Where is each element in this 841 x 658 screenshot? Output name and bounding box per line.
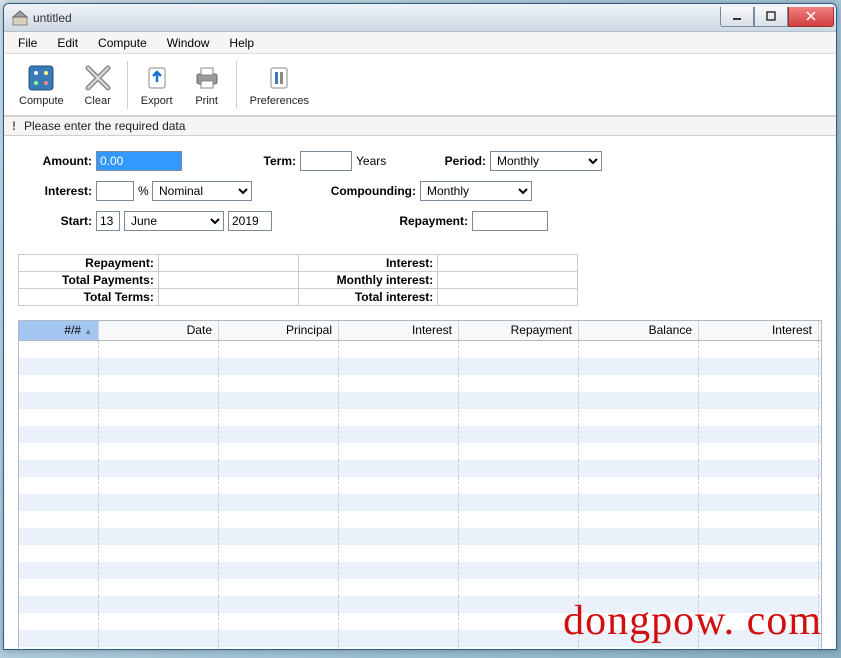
table-row bbox=[19, 443, 821, 460]
grid-col-interest[interactable]: Interest bbox=[339, 321, 459, 340]
tool-separator bbox=[236, 61, 237, 109]
amount-input[interactable] bbox=[96, 151, 182, 171]
summary-repayment-value bbox=[158, 255, 298, 272]
interest-unit: % bbox=[134, 184, 152, 198]
interest-input[interactable] bbox=[96, 181, 134, 201]
interest-type-select[interactable]: Nominal bbox=[152, 181, 252, 201]
summary-monthly-interest-label: Monthly interest: bbox=[298, 272, 438, 289]
maximize-button[interactable] bbox=[754, 7, 788, 27]
table-row bbox=[19, 511, 821, 528]
grid-body bbox=[19, 341, 821, 650]
summary-total-terms-label: Total Terms: bbox=[19, 289, 159, 306]
repayment-input[interactable] bbox=[472, 211, 548, 231]
preferences-icon bbox=[263, 62, 295, 94]
term-unit: Years bbox=[352, 154, 392, 168]
table-row bbox=[19, 647, 821, 650]
grid-col-interest2[interactable]: Interest bbox=[699, 321, 819, 340]
toolbar: Compute Clear Export Print Preferences bbox=[4, 54, 836, 116]
clear-icon bbox=[82, 62, 114, 94]
summary-total-terms-value bbox=[158, 289, 298, 306]
grid-col-repayment[interactable]: Repayment bbox=[459, 321, 579, 340]
summary-table: Repayment: Interest: Total Payments: Mon… bbox=[18, 254, 578, 306]
menu-compute[interactable]: Compute bbox=[88, 33, 157, 53]
summary-repayment-label: Repayment: bbox=[19, 255, 159, 272]
table-row bbox=[19, 494, 821, 511]
summary-total-interest-label: Total interest: bbox=[298, 289, 438, 306]
grid-col-date[interactable]: Date bbox=[99, 321, 219, 340]
grid-col-principal[interactable]: Principal bbox=[219, 321, 339, 340]
menu-help[interactable]: Help bbox=[219, 33, 264, 53]
clear-label: Clear bbox=[84, 95, 110, 107]
sort-asc-icon: ▲ bbox=[84, 327, 92, 336]
table-row bbox=[19, 426, 821, 443]
menubar: File Edit Compute Window Help bbox=[4, 32, 836, 54]
grid-col-index[interactable]: #/#▲ bbox=[19, 321, 99, 340]
period-select[interactable]: Monthly bbox=[490, 151, 602, 171]
export-label: Export bbox=[141, 95, 173, 107]
close-button[interactable] bbox=[788, 7, 834, 27]
tool-separator bbox=[127, 61, 128, 109]
compounding-select[interactable]: Monthly bbox=[420, 181, 532, 201]
grid-header: #/#▲ Date Principal Interest Repayment B… bbox=[19, 321, 821, 341]
preferences-label: Preferences bbox=[250, 95, 309, 107]
export-button[interactable]: Export bbox=[132, 57, 182, 113]
interest-label: Interest: bbox=[18, 184, 96, 198]
amount-label: Amount: bbox=[18, 154, 96, 168]
summary-interest-label: Interest: bbox=[298, 255, 438, 272]
period-label: Period: bbox=[420, 154, 490, 168]
window-title: untitled bbox=[33, 11, 720, 25]
term-label: Term: bbox=[230, 154, 300, 168]
menu-window[interactable]: Window bbox=[157, 33, 220, 53]
table-row bbox=[19, 460, 821, 477]
repayment-label: Repayment: bbox=[382, 214, 472, 228]
table-row bbox=[19, 375, 821, 392]
table-row bbox=[19, 579, 821, 596]
start-year-input[interactable] bbox=[228, 211, 272, 231]
table-row bbox=[19, 341, 821, 358]
table-row bbox=[19, 358, 821, 375]
compounding-label: Compounding: bbox=[312, 184, 420, 198]
table-row bbox=[19, 477, 821, 494]
table-row bbox=[19, 596, 821, 613]
grid-col-balance[interactable]: Balance bbox=[579, 321, 699, 340]
print-label: Print bbox=[195, 95, 218, 107]
summary-monthly-interest-value bbox=[438, 272, 578, 289]
data-grid[interactable]: #/#▲ Date Principal Interest Repayment B… bbox=[18, 320, 822, 650]
term-input[interactable] bbox=[300, 151, 352, 171]
summary-interest-value bbox=[438, 255, 578, 272]
table-row bbox=[19, 392, 821, 409]
start-day-input[interactable] bbox=[96, 211, 120, 231]
table-row bbox=[19, 562, 821, 579]
start-month-select[interactable]: June bbox=[124, 211, 224, 231]
table-row bbox=[19, 613, 821, 630]
status-icon: ! bbox=[12, 119, 16, 133]
table-row bbox=[19, 409, 821, 426]
summary-total-payments-label: Total Payments: bbox=[19, 272, 159, 289]
menu-file[interactable]: File bbox=[8, 33, 47, 53]
window-buttons bbox=[720, 7, 834, 27]
app-window: untitled File Edit Compute Window Help C… bbox=[3, 3, 837, 650]
table-row bbox=[19, 630, 821, 647]
print-button[interactable]: Print bbox=[182, 57, 232, 113]
summary-total-interest-value bbox=[438, 289, 578, 306]
minimize-button[interactable] bbox=[720, 7, 754, 27]
compute-icon bbox=[25, 62, 57, 94]
status-bar: ! Please enter the required data bbox=[4, 116, 836, 136]
clear-button[interactable]: Clear bbox=[73, 57, 123, 113]
summary-total-payments-value bbox=[158, 272, 298, 289]
app-icon bbox=[12, 10, 28, 26]
titlebar: untitled bbox=[4, 4, 836, 32]
status-message: Please enter the required data bbox=[24, 119, 185, 133]
menu-edit[interactable]: Edit bbox=[47, 33, 88, 53]
export-icon bbox=[141, 62, 173, 94]
compute-label: Compute bbox=[19, 95, 64, 107]
form-area: Amount: Term: Years Period: Monthly Inte… bbox=[4, 136, 836, 250]
preferences-button[interactable]: Preferences bbox=[241, 57, 318, 113]
start-label: Start: bbox=[18, 214, 96, 228]
compute-button[interactable]: Compute bbox=[10, 57, 73, 113]
print-icon bbox=[191, 62, 223, 94]
table-row bbox=[19, 545, 821, 562]
table-row bbox=[19, 528, 821, 545]
